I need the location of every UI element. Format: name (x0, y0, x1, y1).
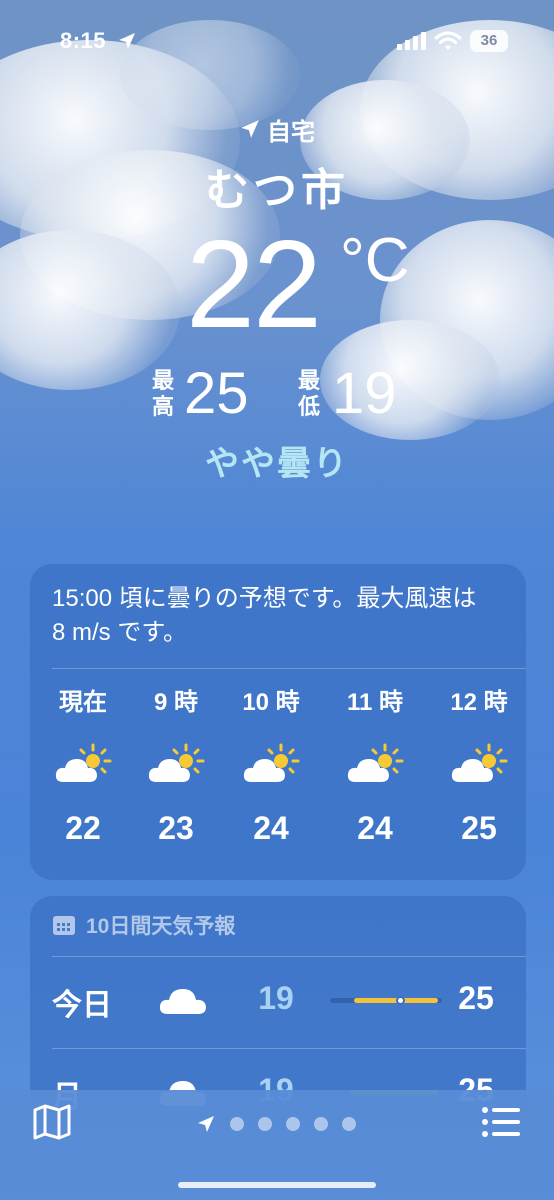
battery-indicator: 36 (470, 30, 508, 52)
page-dot[interactable] (342, 1117, 356, 1131)
hour-label: 12 時 (450, 689, 508, 716)
hour-column: 11 時 24 (330, 686, 420, 848)
divider (52, 668, 526, 669)
partly-cloudy-icon (345, 742, 405, 786)
hour-label: 10 時 (242, 689, 300, 716)
partly-cloudy-icon (241, 742, 301, 786)
hour-temperature: 23 (158, 810, 194, 846)
hour-label: 11 時 (346, 689, 404, 716)
cellular-signal-icon (397, 32, 426, 50)
location-row: 自宅 (0, 112, 554, 146)
hour-temperature: 24 (357, 810, 393, 846)
list-icon[interactable] (480, 1104, 522, 1140)
temperature-range-bar (330, 996, 442, 1005)
partly-cloudy-icon (449, 742, 509, 786)
hour-temperature: 22 (65, 810, 101, 846)
condition-text: やや曇り (205, 445, 349, 483)
location-arrow-icon (241, 120, 259, 138)
hour-column: 現在 22 (38, 686, 128, 848)
low-temperature: 19 (332, 361, 397, 426)
page-indicator[interactable] (196, 1114, 356, 1134)
location-arrow-icon[interactable] (196, 1114, 216, 1134)
cloud-icon (158, 980, 208, 1018)
home-indicator[interactable] (178, 1182, 376, 1188)
hour-column: 9 時 23 (131, 686, 221, 848)
location-arrow-icon (119, 33, 135, 49)
city-name: むつ市 (205, 166, 349, 215)
page-dot[interactable] (258, 1117, 272, 1131)
status-time: 8:15 (60, 28, 107, 53)
divider (52, 1048, 526, 1049)
day-label: 今日 (52, 989, 112, 1022)
bottom-toolbar (0, 1090, 554, 1200)
map-icon[interactable] (32, 1104, 72, 1140)
day-low-temperature: 19 (258, 980, 294, 1016)
current-weather-header: 自宅 むつ市 22 °C (0, 112, 554, 354)
partly-cloudy-icon (53, 742, 113, 786)
high-low-row: 最高 25 最低 19 (0, 362, 554, 426)
hour-temperature: 25 (461, 810, 497, 846)
hour-column: 12 時 25 (434, 686, 524, 848)
low-label: 最低 (297, 368, 320, 419)
partly-cloudy-icon (146, 742, 206, 786)
hourly-forecast-card[interactable]: 15:00 頃に曇りの予想です。最大風速は 8 m/s です。 現在 22 9 時 2… (30, 564, 526, 880)
hour-label: 現在 (59, 689, 107, 716)
ten-day-title: 10日間天気予報 (86, 915, 236, 938)
hour-label: 9 時 (153, 689, 198, 716)
page-dot[interactable] (314, 1117, 328, 1131)
daily-row[interactable]: 今日 19 25 (30, 962, 526, 1032)
forecast-summary: 15:00 頃に曇りの予想です。最大風速は 8 m/s です。 (52, 585, 477, 646)
page-dot[interactable] (230, 1117, 244, 1131)
wifi-icon (434, 31, 462, 50)
calendar-icon (53, 916, 75, 935)
hour-temperature: 24 (253, 810, 289, 846)
divider (52, 956, 526, 957)
current-temperature: 22 (186, 216, 322, 354)
day-high-temperature: 25 (458, 980, 494, 1016)
high-label: 最高 (151, 368, 174, 419)
status-bar: 8:15 36 (0, 28, 554, 58)
high-temperature: 25 (184, 361, 249, 426)
current-temperature-dot (396, 996, 405, 1005)
temperature-unit: °C (340, 226, 410, 295)
page-dot[interactable] (286, 1117, 300, 1131)
location-label: 自宅 (267, 118, 315, 146)
ten-day-title-row: 10日間天気予報 (52, 910, 235, 940)
hour-column: 10 時 24 (226, 686, 316, 848)
